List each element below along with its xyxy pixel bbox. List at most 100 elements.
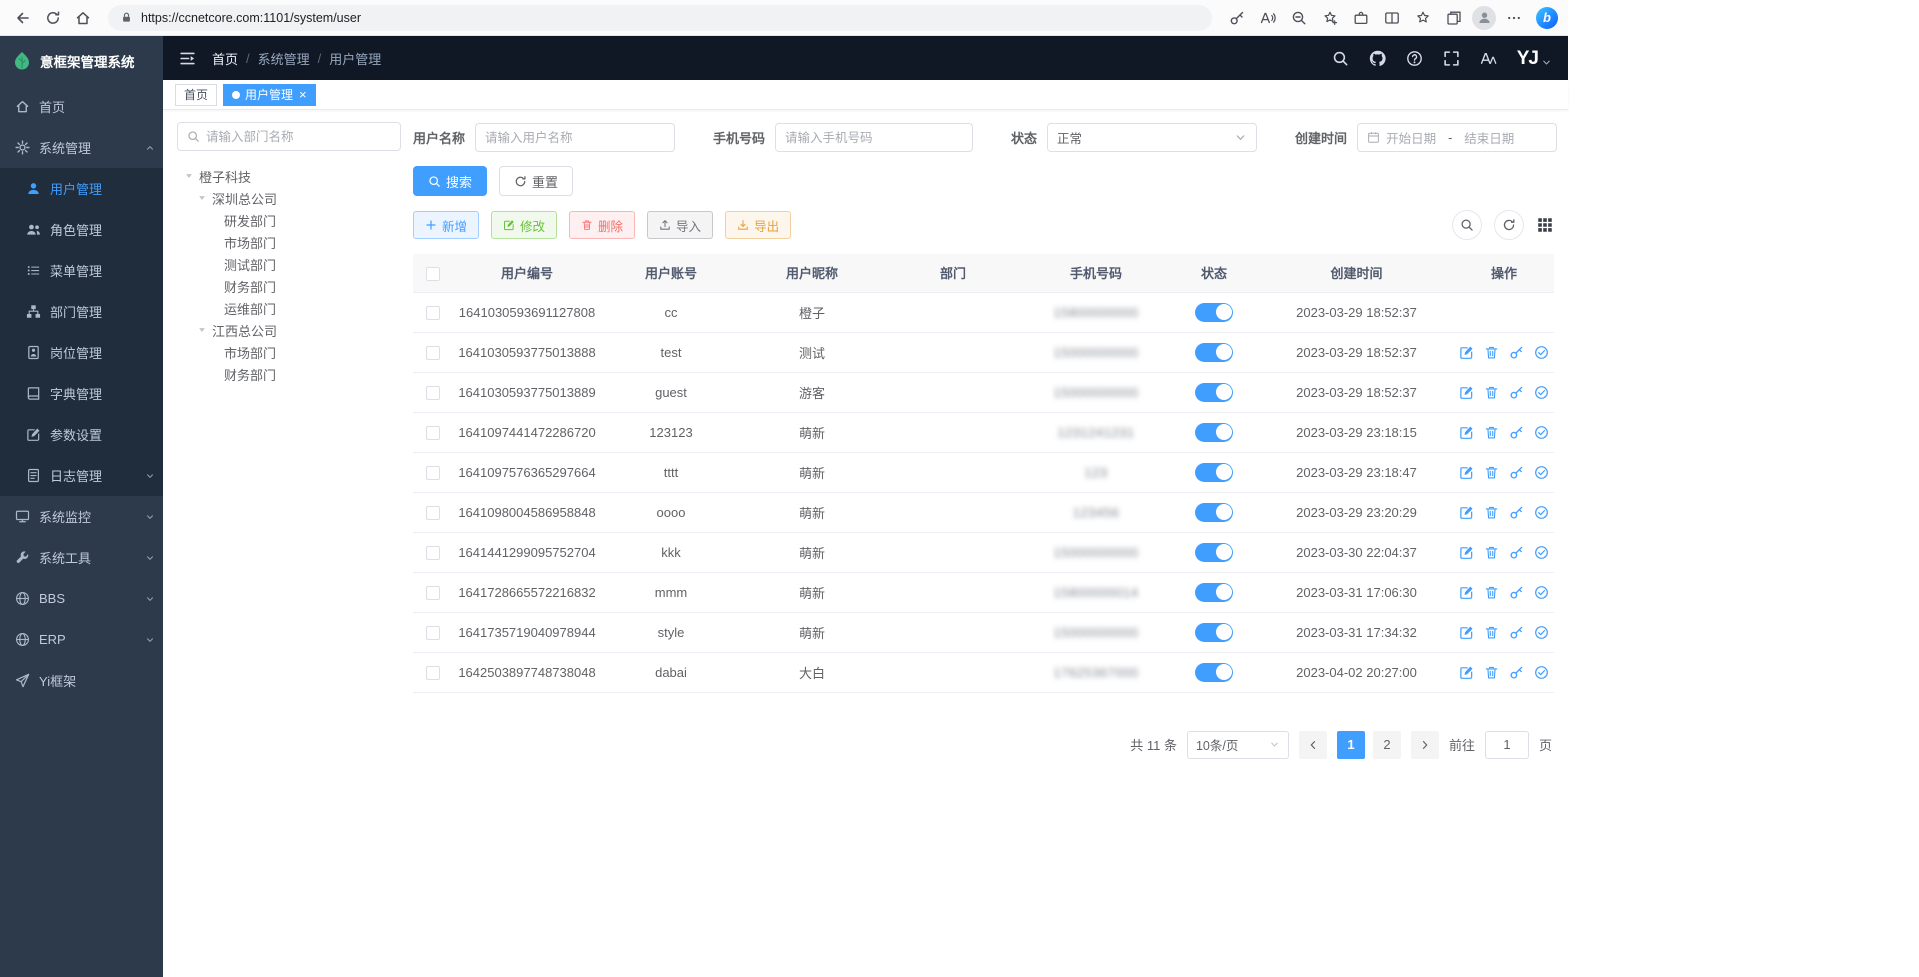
next-page-button[interactable] bbox=[1411, 731, 1439, 759]
date-range-picker[interactable]: 开始日期 - 结束日期 bbox=[1357, 123, 1557, 152]
row-edit-button[interactable] bbox=[1459, 665, 1474, 680]
sidebar-item-monitor[interactable]: 系统监控 bbox=[0, 496, 163, 537]
app-logo[interactable]: 意框架管理系统 bbox=[0, 36, 163, 86]
row-edit-button[interactable] bbox=[1459, 425, 1474, 440]
breadcrumb-item[interactable]: 首页 bbox=[212, 49, 238, 68]
username-field[interactable] bbox=[485, 131, 665, 145]
row-reset-password-button[interactable] bbox=[1509, 545, 1524, 560]
copilot-icon[interactable]: b bbox=[1536, 7, 1558, 29]
favorites-add-icon[interactable] bbox=[1317, 5, 1343, 31]
username-input[interactable] bbox=[475, 123, 675, 152]
status-toggle[interactable] bbox=[1195, 423, 1233, 442]
sidebar-item-menu[interactable]: 菜单管理 bbox=[0, 250, 163, 291]
row-assign-role-button[interactable] bbox=[1534, 465, 1549, 480]
row-reset-password-button[interactable] bbox=[1509, 345, 1524, 360]
sidebar-item-post[interactable]: 岗位管理 bbox=[0, 332, 163, 373]
import-button[interactable]: 导入 bbox=[647, 211, 713, 239]
row-assign-role-button[interactable] bbox=[1534, 385, 1549, 400]
row-checkbox[interactable] bbox=[426, 666, 440, 680]
status-toggle[interactable] bbox=[1195, 303, 1233, 322]
row-reset-password-button[interactable] bbox=[1509, 625, 1524, 640]
extensions-icon[interactable] bbox=[1348, 5, 1374, 31]
status-toggle[interactable] bbox=[1195, 663, 1233, 682]
prev-page-button[interactable] bbox=[1299, 731, 1327, 759]
table-search-button[interactable] bbox=[1452, 210, 1482, 240]
sidebar-item-dict[interactable]: 字典管理 bbox=[0, 373, 163, 414]
status-toggle[interactable] bbox=[1195, 463, 1233, 482]
user-avatar[interactable]: YJ bbox=[1517, 49, 1552, 68]
tree-node[interactable]: 市场部门 bbox=[177, 231, 401, 253]
favorites-bar-icon[interactable] bbox=[1410, 5, 1436, 31]
row-assign-role-button[interactable] bbox=[1534, 625, 1549, 640]
row-edit-button[interactable] bbox=[1459, 505, 1474, 520]
sidebar-item-dept[interactable]: 部门管理 bbox=[0, 291, 163, 332]
row-reset-password-button[interactable] bbox=[1509, 425, 1524, 440]
hamburger-icon[interactable] bbox=[179, 50, 196, 67]
row-delete-button[interactable] bbox=[1484, 665, 1499, 680]
row-edit-button[interactable] bbox=[1459, 545, 1474, 560]
row-delete-button[interactable] bbox=[1484, 545, 1499, 560]
sidebar-item-param[interactable]: 参数设置 bbox=[0, 414, 163, 455]
row-checkbox[interactable] bbox=[426, 306, 440, 320]
column-settings-button[interactable] bbox=[1536, 216, 1554, 234]
row-assign-role-button[interactable] bbox=[1534, 585, 1549, 600]
sidebar-item-bbs[interactable]: BBS bbox=[0, 578, 163, 619]
sidebar-item-log[interactable]: 日志管理 bbox=[0, 455, 163, 496]
sidebar-item-tools[interactable]: 系统工具 bbox=[0, 537, 163, 578]
url-text[interactable]: https://ccnetcore.com:1101/system/user bbox=[141, 11, 361, 25]
row-reset-password-button[interactable] bbox=[1509, 385, 1524, 400]
row-delete-button[interactable] bbox=[1484, 425, 1499, 440]
browser-menu-icon[interactable] bbox=[1501, 5, 1527, 31]
tree-node[interactable]: 江西总公司 bbox=[177, 319, 401, 341]
export-button[interactable]: 导出 bbox=[725, 211, 791, 239]
sidebar-item-erp[interactable]: ERP bbox=[0, 619, 163, 660]
row-assign-role-button[interactable] bbox=[1534, 425, 1549, 440]
help-icon[interactable] bbox=[1406, 50, 1423, 67]
row-checkbox[interactable] bbox=[426, 506, 440, 520]
row-delete-button[interactable] bbox=[1484, 385, 1499, 400]
address-bar[interactable]: https://ccnetcore.com:1101/system/user bbox=[108, 5, 1212, 31]
tree-node[interactable]: 运维部门 bbox=[177, 297, 401, 319]
row-delete-button[interactable] bbox=[1484, 465, 1499, 480]
font-size-icon[interactable] bbox=[1480, 50, 1497, 67]
tree-node[interactable]: 研发部门 bbox=[177, 209, 401, 231]
phone-field[interactable] bbox=[785, 131, 963, 145]
row-checkbox[interactable] bbox=[426, 586, 440, 600]
status-toggle[interactable] bbox=[1195, 543, 1233, 562]
github-icon[interactable] bbox=[1369, 50, 1386, 67]
row-delete-button[interactable] bbox=[1484, 625, 1499, 640]
close-tag-icon[interactable]: × bbox=[299, 88, 307, 101]
reload-button[interactable] bbox=[40, 5, 66, 31]
row-edit-button[interactable] bbox=[1459, 465, 1474, 480]
search-button[interactable]: 搜索 bbox=[413, 166, 487, 196]
tree-node[interactable]: 财务部门 bbox=[177, 275, 401, 297]
row-reset-password-button[interactable] bbox=[1509, 585, 1524, 600]
read-aloud-icon[interactable] bbox=[1255, 5, 1281, 31]
browser-profile-avatar[interactable] bbox=[1472, 6, 1496, 30]
status-toggle[interactable] bbox=[1195, 503, 1233, 522]
row-assign-role-button[interactable] bbox=[1534, 505, 1549, 520]
goto-page-input[interactable] bbox=[1485, 731, 1529, 759]
sidebar-item-role[interactable]: 角色管理 bbox=[0, 209, 163, 250]
page-size-select[interactable]: 10条/页 bbox=[1187, 731, 1289, 759]
delete-button[interactable]: 删除 bbox=[569, 211, 635, 239]
page-button-1[interactable]: 1 bbox=[1337, 731, 1365, 759]
breadcrumb-item[interactable]: 系统管理 bbox=[258, 49, 310, 68]
status-toggle[interactable] bbox=[1195, 583, 1233, 602]
row-edit-button[interactable] bbox=[1459, 345, 1474, 360]
split-screen-icon[interactable] bbox=[1379, 5, 1405, 31]
sidebar-item-user[interactable]: 用户管理 bbox=[0, 168, 163, 209]
password-key-icon[interactable] bbox=[1224, 5, 1250, 31]
tab-tag[interactable]: 用户管理× bbox=[223, 84, 316, 106]
site-lock-icon[interactable] bbox=[120, 11, 133, 24]
row-checkbox[interactable] bbox=[426, 386, 440, 400]
row-reset-password-button[interactable] bbox=[1509, 505, 1524, 520]
row-checkbox[interactable] bbox=[426, 626, 440, 640]
add-button[interactable]: 新增 bbox=[413, 211, 479, 239]
row-edit-button[interactable] bbox=[1459, 385, 1474, 400]
breadcrumb-item[interactable]: 用户管理 bbox=[329, 49, 381, 68]
dept-search-input[interactable] bbox=[177, 122, 401, 151]
row-edit-button[interactable] bbox=[1459, 625, 1474, 640]
sidebar-item-home[interactable]: 首页 bbox=[0, 86, 163, 127]
fullscreen-icon[interactable] bbox=[1443, 50, 1460, 67]
